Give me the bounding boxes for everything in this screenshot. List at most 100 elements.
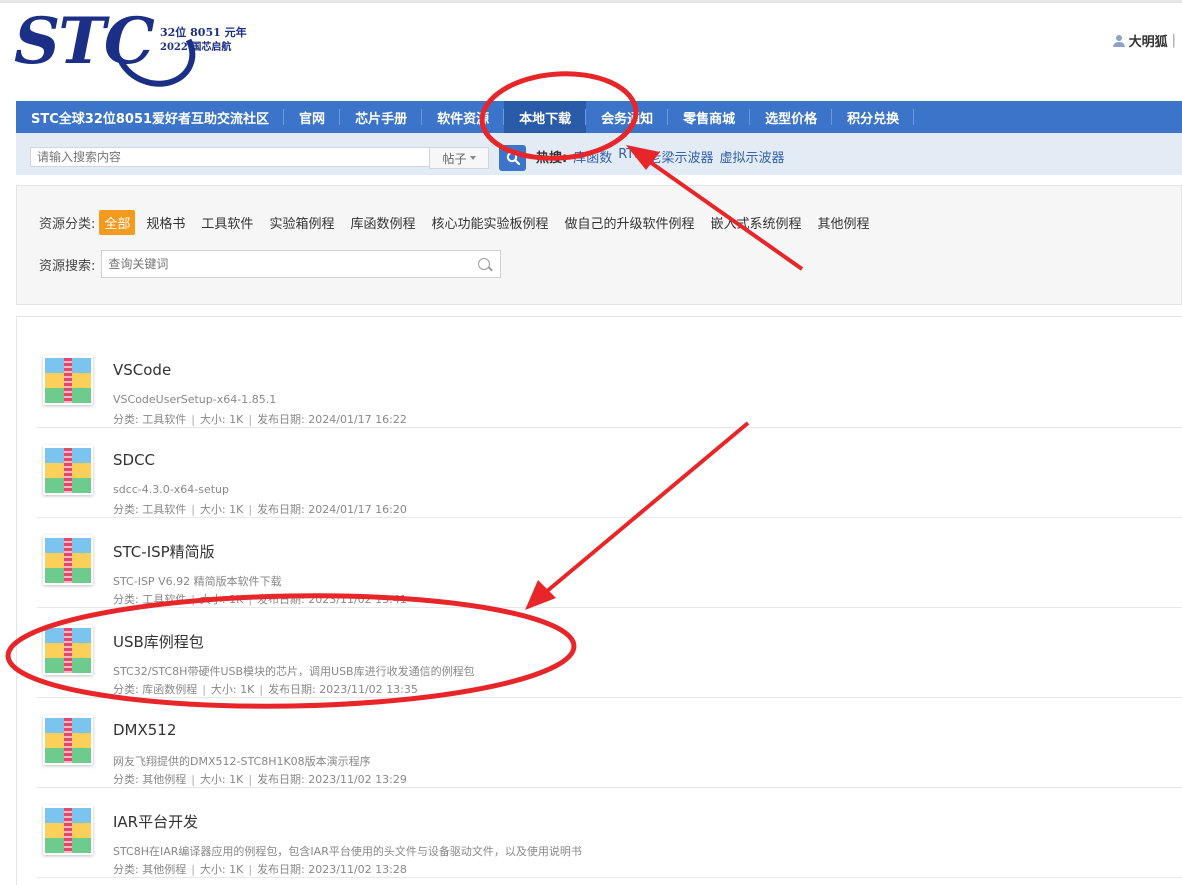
meta-date-prefix: 发布日期:: [257, 413, 309, 426]
category-library-examples[interactable]: 库函数例程: [345, 210, 420, 235]
archive-file-icon: [43, 445, 93, 495]
meta-category-prefix: 分类:: [113, 773, 143, 786]
search-icon: [506, 151, 520, 165]
item-description: 网友飞翔提供的DMX512-STC8H1K08版本演示程序: [113, 755, 371, 768]
item-category: 其他例程: [142, 863, 187, 876]
user-menu[interactable]: 大明狐 |: [1112, 31, 1176, 50]
top-border: [0, 0, 1182, 3]
item-meta: 分类: 工具软件 | 大小: 1K | 发布日期: 2024/01/17 16:20: [113, 503, 407, 516]
stc-logo[interactable]: STC 32位 8051 元年 2022 国芯启航: [14, 4, 247, 98]
category-upgrade-software-examples[interactable]: 做自己的升级软件例程: [559, 210, 699, 235]
resource-search-label: 资源搜索:: [39, 258, 96, 274]
category-embedded-system-examples[interactable]: 嵌入式系统例程: [706, 210, 807, 235]
caret-down-icon: [469, 156, 476, 160]
nav-software-resources[interactable]: 软件资源: [422, 101, 505, 133]
list-item[interactable]: STC-ISP精简版 STC-ISP V6.92 精简版本软件下载 分类: 工具…: [37, 517, 1182, 608]
category-other-examples[interactable]: 其他例程: [813, 210, 875, 235]
meta-date-prefix: 发布日期:: [257, 593, 309, 606]
item-date: 2023/11/02 13:35: [319, 683, 418, 696]
archive-file-icon: [43, 535, 93, 585]
search-button[interactable]: [499, 145, 526, 171]
category-filter: 资源分类: 全部 规格书 工具软件 实验箱例程 库函数例程 核心功能实验板例程 …: [39, 210, 881, 235]
item-title[interactable]: VSCode: [113, 361, 171, 379]
item-meta: 分类: 工具软件 | 大小: 1K | 发布日期: 2024/01/17 16:22: [113, 413, 407, 426]
item-description: VSCodeUserSetup-x64-1.85.1: [113, 393, 277, 406]
item-size: 1K: [229, 593, 244, 606]
item-date: 2024/01/17 16:22: [308, 413, 407, 426]
meta-date-prefix: 发布日期:: [268, 683, 320, 696]
category-core-board-examples[interactable]: 核心功能实验板例程: [426, 210, 553, 235]
archive-file-icon: [43, 355, 93, 405]
archive-file-icon: [43, 625, 93, 675]
hot-link-oscilloscope[interactable]: 老梁示波器: [649, 147, 714, 166]
meta-size-prefix: 大小:: [199, 503, 230, 516]
item-description: STC-ISP V6.92 精简版本软件下载: [113, 575, 282, 588]
item-date: 2023/11/02 13:28: [308, 863, 407, 876]
meta-category-prefix: 分类:: [113, 683, 143, 696]
nav-official-site[interactable]: 官网: [284, 101, 341, 133]
item-description: STC8H在IAR编译器应用的例程包，包含IAR平台使用的头文件与设备驱动文件，…: [113, 845, 582, 858]
category-lab-box-examples[interactable]: 实验箱例程: [264, 210, 339, 235]
user-separator: |: [1171, 33, 1176, 48]
meta-date-prefix: 发布日期:: [257, 863, 309, 876]
meta-category-prefix: 分类:: [113, 503, 143, 516]
list-item[interactable]: VSCode VSCodeUserSetup-x64-1.85.1 分类: 工具…: [37, 337, 1182, 428]
item-category: 工具软件: [142, 413, 187, 426]
item-size: 1K: [229, 863, 244, 876]
category-tool-software[interactable]: 工具软件: [196, 210, 258, 235]
user-name[interactable]: 大明狐: [1129, 31, 1168, 50]
item-title[interactable]: DMX512: [113, 721, 176, 739]
item-meta: 分类: 库函数例程 | 大小: 1K | 发布日期: 2023/11/02 13:35: [113, 683, 418, 696]
item-date: 2023/11/02 13:29: [308, 773, 407, 786]
item-size: 1K: [229, 503, 244, 516]
main-nav: STC全球32位8051爱好者互助交流社区 官网 芯片手册 软件资源 本地下载 …: [16, 101, 1182, 133]
hot-search-label: 热搜:: [536, 151, 568, 166]
category-all[interactable]: 全部: [99, 210, 136, 235]
hot-link-virtual-oscilloscope[interactable]: 虚拟示波器: [720, 147, 785, 166]
meta-size-prefix: 大小:: [199, 863, 230, 876]
meta-date-prefix: 发布日期:: [257, 773, 309, 786]
list-item[interactable]: USB库例程包 STC32/STC8H带硬件USB模块的芯片，调用USB库进行收…: [37, 607, 1182, 698]
item-category: 库函数例程: [142, 683, 198, 696]
meta-category-prefix: 分类:: [113, 413, 143, 426]
item-title[interactable]: USB库例程包: [113, 631, 204, 652]
nav-local-download[interactable]: 本地下载: [504, 101, 587, 133]
item-title[interactable]: SDCC: [113, 451, 155, 469]
search-bar: 帖子 热搜: 库函数 RTS 老梁示波器 虚拟示波器: [16, 133, 1182, 175]
item-description: sdcc-4.3.0-x64-setup: [113, 483, 229, 496]
resource-search-input[interactable]: [102, 251, 475, 277]
nav-retail-store[interactable]: 零售商城: [668, 101, 751, 133]
meta-category-prefix: 分类:: [113, 863, 143, 876]
item-description: STC32/STC8H带硬件USB模块的芯片，调用USB库进行收发通信的例程包: [113, 665, 475, 678]
nav-selection-price[interactable]: 选型价格: [750, 101, 833, 133]
item-title[interactable]: IAR平台开发: [113, 811, 198, 832]
category-filter-label: 资源分类:: [39, 217, 96, 232]
category-datasheet[interactable]: 规格书: [141, 210, 190, 235]
resource-filter-panel: 资源分类: 全部 规格书 工具软件 实验箱例程 库函数例程 核心功能实验板例程 …: [16, 185, 1182, 305]
search-type-select[interactable]: 帖子: [429, 147, 489, 169]
list-item[interactable]: IAR平台开发 STC8H在IAR编译器应用的例程包，包含IAR平台使用的头文件…: [37, 787, 1182, 878]
archive-file-icon: [43, 715, 93, 765]
hot-link-rts[interactable]: RTS: [618, 147, 642, 166]
item-date: 2024/01/17 16:20: [308, 503, 407, 516]
item-size: 1K: [229, 413, 244, 426]
list-item[interactable]: DMX512 网友飞翔提供的DMX512-STC8H1K08版本演示程序 分类:…: [37, 697, 1182, 788]
nav-community[interactable]: STC全球32位8051爱好者互助交流社区: [16, 101, 285, 133]
search-input[interactable]: [30, 147, 442, 167]
meta-date-prefix: 发布日期:: [257, 503, 309, 516]
meta-size-prefix: 大小:: [199, 773, 230, 786]
nav-points-exchange[interactable]: 积分兑换: [832, 101, 915, 133]
archive-file-icon: [43, 805, 93, 855]
resource-search-icon[interactable]: [478, 258, 491, 270]
logo-tagline-2: 2022 国芯启航: [160, 42, 232, 53]
resource-search: 资源搜索:: [39, 250, 502, 278]
nav-chip-manual[interactable]: 芯片手册: [340, 101, 423, 133]
item-size: 1K: [240, 683, 255, 696]
search-type-label: 帖子: [442, 151, 467, 166]
nav-meeting-notice[interactable]: 会务通知: [586, 101, 669, 133]
list-item[interactable]: SDCC sdcc-4.3.0-x64-setup 分类: 工具软件 | 大小: 1…: [37, 427, 1182, 518]
item-size: 1K: [229, 773, 244, 786]
hot-link-lib-functions[interactable]: 库函数: [573, 147, 612, 166]
item-title[interactable]: STC-ISP精简版: [113, 541, 215, 562]
user-icon: [1112, 34, 1125, 47]
